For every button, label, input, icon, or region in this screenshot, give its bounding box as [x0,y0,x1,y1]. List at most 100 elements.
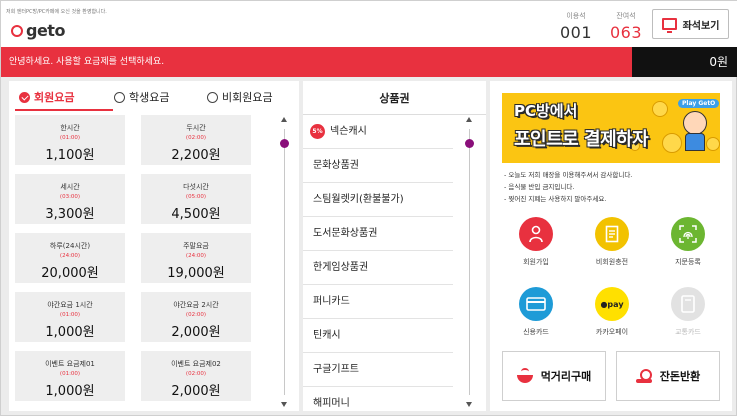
rate-price: 1,100원 [45,148,95,163]
scroll-down-icon[interactable] [466,402,472,407]
rate-grid: 한시간 (01:00) 1,100원 두시간 (02:00) 2,200원 세시… [15,115,265,405]
action-label: 신용카드 [523,328,549,336]
transit-card-icon [671,287,705,321]
banner-line-1: PC방에서 [514,102,578,120]
action-label: 지문등록 [675,258,701,266]
remaining-seats-value: 063 [609,23,643,42]
product-label: 틴캐시 [313,330,341,341]
rate-name: 하루(24시간) [49,242,91,250]
tab-label: 회원요금 [34,91,75,104]
rate-time: (03:00) [59,194,81,200]
rate-name: 세시간 [60,183,80,191]
rate-time: (01:00) [59,371,81,377]
rate-card[interactable]: 세시간 (03:00) 3,300원 [15,174,125,224]
product-item[interactable]: 스팀월렛키(환불불가) [303,183,453,217]
rate-price: 3,300원 [45,207,95,222]
rate-card[interactable]: 두시간 (02:00) 2,200원 [141,115,251,165]
service-panel: PC방에서 포인트로 결제하자 Play GetO - 오늘도 저희 매장을 이… [490,81,732,411]
rate-scrollbar[interactable] [280,117,289,407]
product-item[interactable]: 5% 넥슨캐시 [303,115,453,149]
change-refund-button[interactable]: 잔돈반환 [616,351,720,401]
product-item[interactable]: 퍼니카드 [303,285,453,319]
action-label: 교통카드 [675,328,701,336]
rate-card[interactable]: 한시간 (01:00) 1,100원 [15,115,125,165]
rate-name: 이벤트 요금제01 [45,360,95,368]
product-item[interactable]: 틴캐시 [303,319,453,353]
tab-student-rate[interactable]: 학생요금 [114,89,169,105]
scroll-up-icon[interactable] [466,117,472,122]
seat-view-button[interactable]: 좌석보기 [652,9,729,39]
rate-card[interactable]: 다섯시간 (05:00) 4,500원 [141,174,251,224]
seat-view-label: 좌석보기 [682,20,720,32]
rate-time: (05:00) [185,194,207,200]
product-label: 넥슨캐시 [330,126,367,137]
rate-card[interactable]: 이벤트 요금제01 (01:00) 1,000원 [15,351,125,401]
note-line: - 찢어진 지폐는 사용하지 말아주세요. [504,195,607,203]
rate-card[interactable]: 주말요금 (24:00) 19,000원 [141,233,251,283]
product-item[interactable]: 한게임상품권 [303,251,453,285]
rate-card[interactable]: 이벤트 요금제02 (02:00) 2,000원 [141,351,251,401]
logo: geto [11,21,65,40]
food-purchase-button[interactable]: 먹거리구매 [502,351,606,401]
rate-time: (01:00) [59,135,81,141]
rate-name: 이벤트 요금제02 [171,360,221,368]
rate-time: (24:00) [59,253,81,259]
rate-tabs: 회원요금 학생요금 비회원요금 [9,87,299,109]
scroll-down-icon[interactable] [281,402,287,407]
scroll-track [469,129,470,395]
product-label: 구글기프트 [313,364,359,375]
tab-member-rate[interactable]: 회원요금 [19,89,74,105]
rate-name: 두시간 [186,124,206,132]
scroll-up-icon[interactable] [281,117,287,122]
credit-card-button[interactable]: 신용카드 [504,287,568,337]
radio-icon [207,91,218,103]
banner-tag: Play GetO [678,99,720,108]
rate-price: 19,000원 [167,266,225,281]
product-item[interactable]: 문화상품권 [303,149,453,183]
tab-nonmember-rate[interactable]: 비회원요금 [207,89,273,105]
nonmember-charge-button[interactable]: 비회원충전 [580,217,644,267]
rate-card[interactable]: 하루(24시간) (24:00) 20,000원 [15,233,125,283]
product-item[interactable]: 해피머니 [303,387,453,411]
remaining-seats-label: 잔여석 [616,12,636,20]
product-item[interactable]: 구글기프트 [303,353,453,387]
transit-card-button[interactable]: 교통카드 [656,287,720,337]
kakaopay-icon: ●pay [595,287,629,321]
tab-label: 비회원요금 [222,91,273,104]
rate-name: 한시간 [60,124,80,132]
product-scrollbar[interactable] [465,117,474,407]
promo-banner[interactable]: PC방에서 포인트로 결제하자 Play GetO [502,93,720,163]
header: 저희 엔터PC방/PC카페에 오신 것을 환영합니다. geto 이용석 001… [1,1,737,47]
scroll-thumb[interactable] [280,139,289,148]
kakaopay-button[interactable]: ●pay 카카오페이 [580,287,644,337]
radio-icon [114,91,125,103]
scroll-thumb[interactable] [465,139,474,148]
rate-price: 2,000원 [171,384,221,399]
note-line: - 음식물 반입 금지입니다. [504,183,575,191]
product-label: 문화상품권 [313,160,359,171]
note-line: - 오늘도 저희 매장을 이용해주셔서 감사합니다. [504,171,633,179]
rate-price: 1,000원 [45,384,95,399]
card-icon [519,287,553,321]
rate-time: (24:00) [185,253,207,259]
rate-price: 1,000원 [45,325,95,340]
used-seats-value: 001 [559,23,593,42]
fingerprint-register-button[interactable]: 지문등록 [656,217,720,267]
notice-notes: - 오늘도 저희 매장을 이용해주셔서 감사합니다. - 음식물 반입 금지입니… [504,169,632,205]
rate-time: (02:00) [185,135,207,141]
coin-icon [662,133,682,153]
action-label: 회원가입 [523,258,549,266]
used-seats: 이용석 001 [559,11,593,42]
rate-card[interactable]: 야간요금 1시간 (01:00) 1,000원 [15,292,125,342]
kiosk-screen: 저희 엔터PC방/PC카페에 오신 것을 환영합니다. geto 이용석 001… [0,0,737,416]
rate-price: 4,500원 [171,207,221,222]
notice-bar: 안녕하세요. 사용할 요금제를 선택하세요. [1,47,632,77]
product-list: 5% 넥슨캐시 문화상품권 스팀월렛키(환불불가) 도서문화상품권 한게임상품권 … [303,115,453,411]
person-icon [519,217,553,251]
product-panel: 상품권 5% 넥슨캐시 문화상품권 스팀월렛키(환불불가) 도서문화상품권 한게임… [303,81,486,411]
signup-button[interactable]: 회원가입 [504,217,568,267]
product-item[interactable]: 도서문화상품권 [303,217,453,251]
rate-card[interactable]: 야간요금 2시간 (02:00) 2,000원 [141,292,251,342]
mascot-icon [680,111,710,153]
active-tab-underline [15,109,113,111]
